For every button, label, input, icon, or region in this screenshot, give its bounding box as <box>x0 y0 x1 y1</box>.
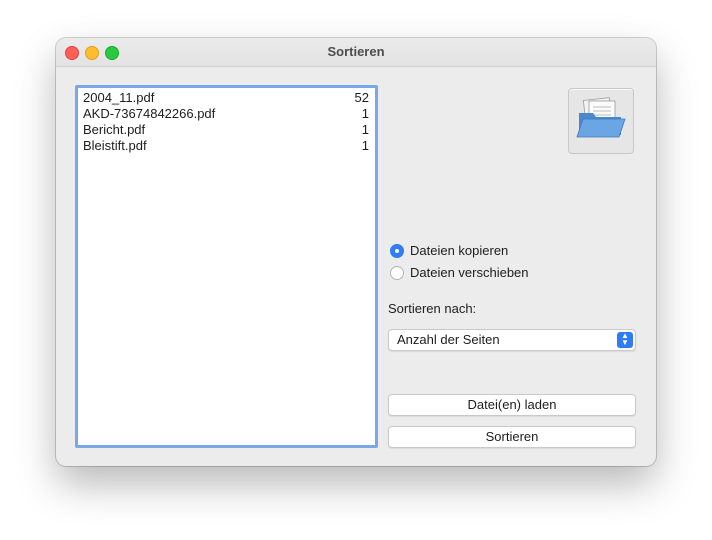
window-title: Sortieren <box>327 44 385 59</box>
select-value: Anzahl der Seiten <box>397 332 500 347</box>
page-count: 1 <box>361 138 369 153</box>
file-list[interactable]: 2004_11.pdf 52 AKD-73674842266.pdf 1 Ber… <box>75 85 378 448</box>
sort-by-label: Sortieren nach: <box>388 301 477 316</box>
title-bar: Sortieren <box>56 38 656 67</box>
folder-icon <box>576 97 626 138</box>
page-count: 52 <box>354 90 369 105</box>
list-item[interactable]: AKD-73674842266.pdf 1 <box>78 106 375 122</box>
load-files-button[interactable]: Datei(en) laden <box>388 394 636 416</box>
list-item[interactable]: 2004_11.pdf 52 <box>78 90 375 106</box>
sort-window: Sortieren 2004_11.pdf 52 AKD-73674842266… <box>56 38 656 466</box>
radio-unchecked-icon[interactable] <box>390 266 404 280</box>
chevron-updown-icon[interactable]: ▲ ▼ <box>617 332 633 348</box>
page-count: 1 <box>361 122 369 137</box>
page-count: 1 <box>361 106 369 121</box>
choose-folder-button[interactable] <box>568 88 634 154</box>
list-item[interactable]: Bleistift.pdf 1 <box>78 138 375 154</box>
radio-label: Dateien verschieben <box>410 265 529 280</box>
radio-label: Dateien kopieren <box>410 243 509 258</box>
sort-by-select[interactable]: Anzahl der Seiten ▲ ▼ <box>388 329 636 351</box>
file-name: AKD-73674842266.pdf <box>83 106 216 121</box>
file-name: Bleistift.pdf <box>83 138 147 153</box>
radio-checked-icon[interactable] <box>390 244 404 258</box>
sort-button[interactable]: Sortieren <box>388 426 636 448</box>
list-item[interactable]: Bericht.pdf 1 <box>78 122 375 138</box>
file-name: Bericht.pdf <box>83 122 146 137</box>
file-name: 2004_11.pdf <box>83 90 155 105</box>
